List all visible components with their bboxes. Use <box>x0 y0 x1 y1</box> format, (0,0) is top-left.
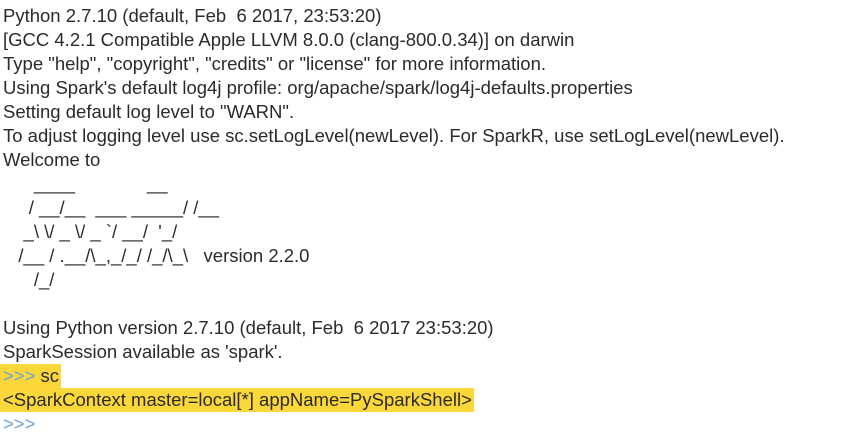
spark-banner-line-3: _\ \/ _ \/ _ `/ __/ '_/ <box>3 221 178 242</box>
terminal-output[interactable]: Python 2.7.10 (default, Feb 6 2017, 23:5… <box>0 0 847 443</box>
spark-banner-line-4: /__ / .__/\_,_/_/ /_/\_\ version 2.2.0 <box>3 245 310 266</box>
gcc-line: [GCC 4.2.1 Compatible Apple LLVM 8.0.0 (… <box>3 29 575 50</box>
output-row: <SparkContext master=local[*] appName=Py… <box>0 388 847 412</box>
input-prompt-line[interactable]: >>> <box>0 412 847 436</box>
python-version-used-line: Using Python version 2.7.10 (default, Fe… <box>3 317 494 338</box>
log-level-line: Setting default log level to "WARN". <box>3 101 295 122</box>
spark-banner-line-5: /_/ <box>3 269 55 290</box>
spark-banner-line-1: ____ __ <box>3 173 168 194</box>
spark-session-line: SparkSession available as 'spark'. <box>3 341 283 362</box>
log4j-line: Using Spark's default log4j profile: org… <box>3 77 633 98</box>
command-text: sc <box>35 365 60 386</box>
command-row: >>> sc <box>0 364 847 388</box>
help-line: Type "help", "copyright", "credits" or "… <box>3 53 547 74</box>
prompt-symbol: >>> <box>3 365 36 386</box>
welcome-line: Welcome to <box>3 149 101 170</box>
spark-context-output: <SparkContext master=local[*] appName=Py… <box>0 388 474 412</box>
spark-banner-line-2: / __/__ ___ _____/ /__ <box>3 197 220 218</box>
adjust-logging-line: To adjust logging level use sc.setLogLev… <box>3 125 785 146</box>
python-version-line: Python 2.7.10 (default, Feb 6 2017, 23:5… <box>3 5 382 26</box>
command-highlight: >>> sc <box>0 364 62 388</box>
empty-prompt-symbol: >>> <box>3 413 36 434</box>
